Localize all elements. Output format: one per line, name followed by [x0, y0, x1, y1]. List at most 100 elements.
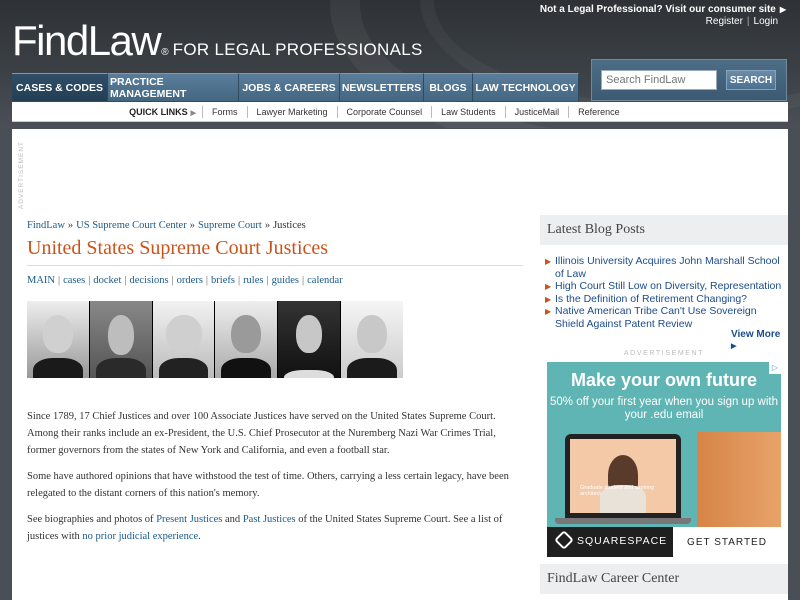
text: .	[198, 531, 201, 542]
portrait-robe	[347, 358, 397, 378]
ad-laptop-base	[555, 518, 691, 524]
nav-tab-label: NEWSLETTERS	[341, 81, 422, 94]
legacy-paragraph: Some have authored opinions that have wi…	[27, 471, 509, 499]
subnav-orders[interactable]: orders	[177, 275, 203, 286]
view-more-label: View More	[731, 329, 781, 340]
logo-text: FindLaw	[12, 17, 162, 64]
login-link[interactable]: Login	[754, 16, 778, 27]
divider: |	[746, 16, 750, 27]
nav-tab-label: LAW TECHNOLOGY	[475, 81, 576, 94]
subnav-decisions[interactable]: decisions	[129, 275, 168, 286]
justices-portrait-strip	[27, 301, 403, 378]
search-button[interactable]: SEARCH	[726, 70, 776, 90]
quick-link-lawyer-marketing[interactable]: Lawyer Marketing	[246, 105, 337, 118]
blog-post-link[interactable]: ▶ High Court Still Low on Diversity, Repr…	[543, 280, 785, 293]
nav-tab-cases-codes[interactable]: CASES & CODES	[12, 73, 108, 101]
subnav-docket[interactable]: docket	[93, 275, 121, 286]
ad-decor-block	[697, 432, 781, 527]
subnav-cases[interactable]: cases	[63, 275, 85, 286]
breadcrumb-findlaw[interactable]: FindLaw	[27, 220, 65, 231]
arrow-right-icon: ▶	[779, 5, 786, 14]
breadcrumb-supreme-court[interactable]: Supreme Court	[198, 220, 262, 231]
divider: |	[58, 275, 61, 286]
nav-tab-blogs[interactable]: BLOGS	[424, 73, 473, 101]
breadcrumb-sep: »	[189, 220, 195, 231]
portrait-collar	[284, 370, 335, 378]
quick-links-text: QUICK LINKS	[129, 106, 188, 117]
portrait-face	[357, 315, 388, 353]
present-justices-link[interactable]: Present Justices	[156, 514, 222, 525]
no-prior-experience-link[interactable]: no prior judicial experience	[82, 531, 198, 542]
divider: |	[266, 275, 269, 286]
justice-portrait	[341, 301, 403, 378]
blog-post-title: High Court Still Low on Diversity, Repre…	[555, 280, 782, 292]
subnav-calendar[interactable]: calendar	[307, 275, 343, 286]
quick-link-corporate-counsel[interactable]: Corporate Counsel	[336, 105, 432, 118]
intro-paragraph: Since 1789, 17 Chief Justices and over 1…	[27, 411, 496, 456]
arrow-right-icon: ▶	[731, 343, 737, 350]
view-more-link[interactable]: View More ▶	[731, 329, 788, 351]
squarespace-logo: SQUARESPACE	[554, 530, 668, 550]
justice-portrait	[215, 301, 279, 378]
quick-link-reference[interactable]: Reference	[568, 105, 629, 118]
advertisement-label: ADVERTISEMENT	[623, 350, 705, 357]
arrow-right-icon: ▶	[545, 307, 552, 316]
justice-portrait	[27, 301, 90, 378]
nav-tab-practice-management[interactable]: PRACTICE MANAGEMENT	[108, 73, 239, 101]
search-box: SEARCH	[591, 59, 787, 101]
divider: |	[171, 275, 174, 286]
portrait-robe	[95, 358, 146, 378]
portrait-face	[231, 315, 262, 353]
blog-posts-list: ▶ Illinois University Acquires John Marsh…	[543, 255, 785, 330]
ad-laptop-image: Graduate student and aspiring architect.	[565, 434, 681, 518]
nav-tab-label: PRACTICE MANAGEMENT	[110, 75, 187, 100]
main-nav: CASES & CODES PRACTICE MANAGEMENT JOBS &…	[12, 73, 579, 101]
register-link[interactable]: Register	[706, 16, 743, 27]
arrow-right-icon: ▶	[545, 257, 552, 266]
divider: |	[124, 275, 127, 286]
court-subnav: MAIN | cases | docket | decisions | orders | brief…	[27, 275, 343, 286]
search-input[interactable]	[601, 70, 717, 90]
subnav-guides[interactable]: guides	[272, 275, 299, 286]
portrait-robe	[158, 358, 209, 378]
divider: |	[205, 275, 209, 286]
blog-posts-heading: Latest Blog Posts	[540, 215, 788, 245]
portrait-face	[107, 315, 134, 355]
subnav-rules[interactable]: rules	[243, 275, 263, 286]
blog-post-link[interactable]: ▶ Is the Definition of Retirement Changin…	[543, 293, 785, 306]
portrait-face	[165, 315, 202, 353]
ad-screen-caption: Graduate student and aspiring architect.	[580, 485, 654, 497]
content-panel: ADVERTISEMENT FindLaw» US Supreme Court C…	[12, 129, 788, 600]
portrait-face	[42, 315, 73, 353]
nav-tab-law-technology[interactable]: LAW TECHNOLOGY	[473, 73, 579, 101]
nav-tab-newsletters[interactable]: NEWSLETTERS	[340, 73, 424, 101]
page-title: United States Supreme Court Justices	[27, 237, 329, 259]
breadcrumb-supreme-court-center[interactable]: US Supreme Court Center	[76, 220, 187, 231]
blog-post-link[interactable]: ▶ Illinois University Acquires John Marsh…	[543, 255, 785, 280]
advertisement-label: ADVERTISEMENT	[18, 141, 25, 210]
breadcrumb-sep: »	[264, 220, 271, 231]
subnav-main[interactable]: MAIN	[27, 275, 55, 286]
divider	[27, 265, 523, 266]
nav-tab-jobs-careers[interactable]: JOBS & CAREERS	[239, 73, 340, 101]
blog-post-link[interactable]: ▶ Native American Tribe Can't Use Soverei…	[543, 305, 785, 330]
nav-tab-label: CASES & CODES	[16, 81, 103, 94]
squarespace-logo-text: SQUARESPACE	[577, 535, 668, 547]
get-started-button[interactable]: GET STARTED	[673, 527, 781, 557]
consumer-site-label: Not a Legal Professional? Visit our cons…	[539, 4, 776, 15]
quick-link-forms[interactable]: Forms	[202, 105, 247, 118]
subnav-briefs[interactable]: briefs	[211, 275, 235, 286]
quick-link-justicemail[interactable]: JusticeMail	[504, 105, 569, 118]
blog-post-title: Illinois University Acquires John Marsha…	[555, 255, 780, 280]
ad-headline: Make your own future	[570, 370, 758, 390]
findlaw-logo[interactable]: FindLaw ® FOR LEGAL PROFESSIONALS	[12, 20, 423, 62]
justice-portrait	[152, 301, 216, 378]
past-justices-link[interactable]: Past Justices	[243, 514, 296, 525]
text: See biographies and photos of	[27, 514, 157, 525]
consumer-site-link[interactable]: Not a Legal Professional? Visit our cons…	[540, 4, 786, 15]
squarespace-ad[interactable]: ▷ Make your own future 50% off your firs…	[547, 362, 781, 557]
portrait-face	[296, 315, 323, 353]
quick-link-law-students[interactable]: Law Students	[431, 105, 505, 118]
breadcrumb: FindLaw» US Supreme Court Center» Supreme …	[27, 220, 306, 231]
squarespace-logo-icon	[554, 530, 574, 550]
